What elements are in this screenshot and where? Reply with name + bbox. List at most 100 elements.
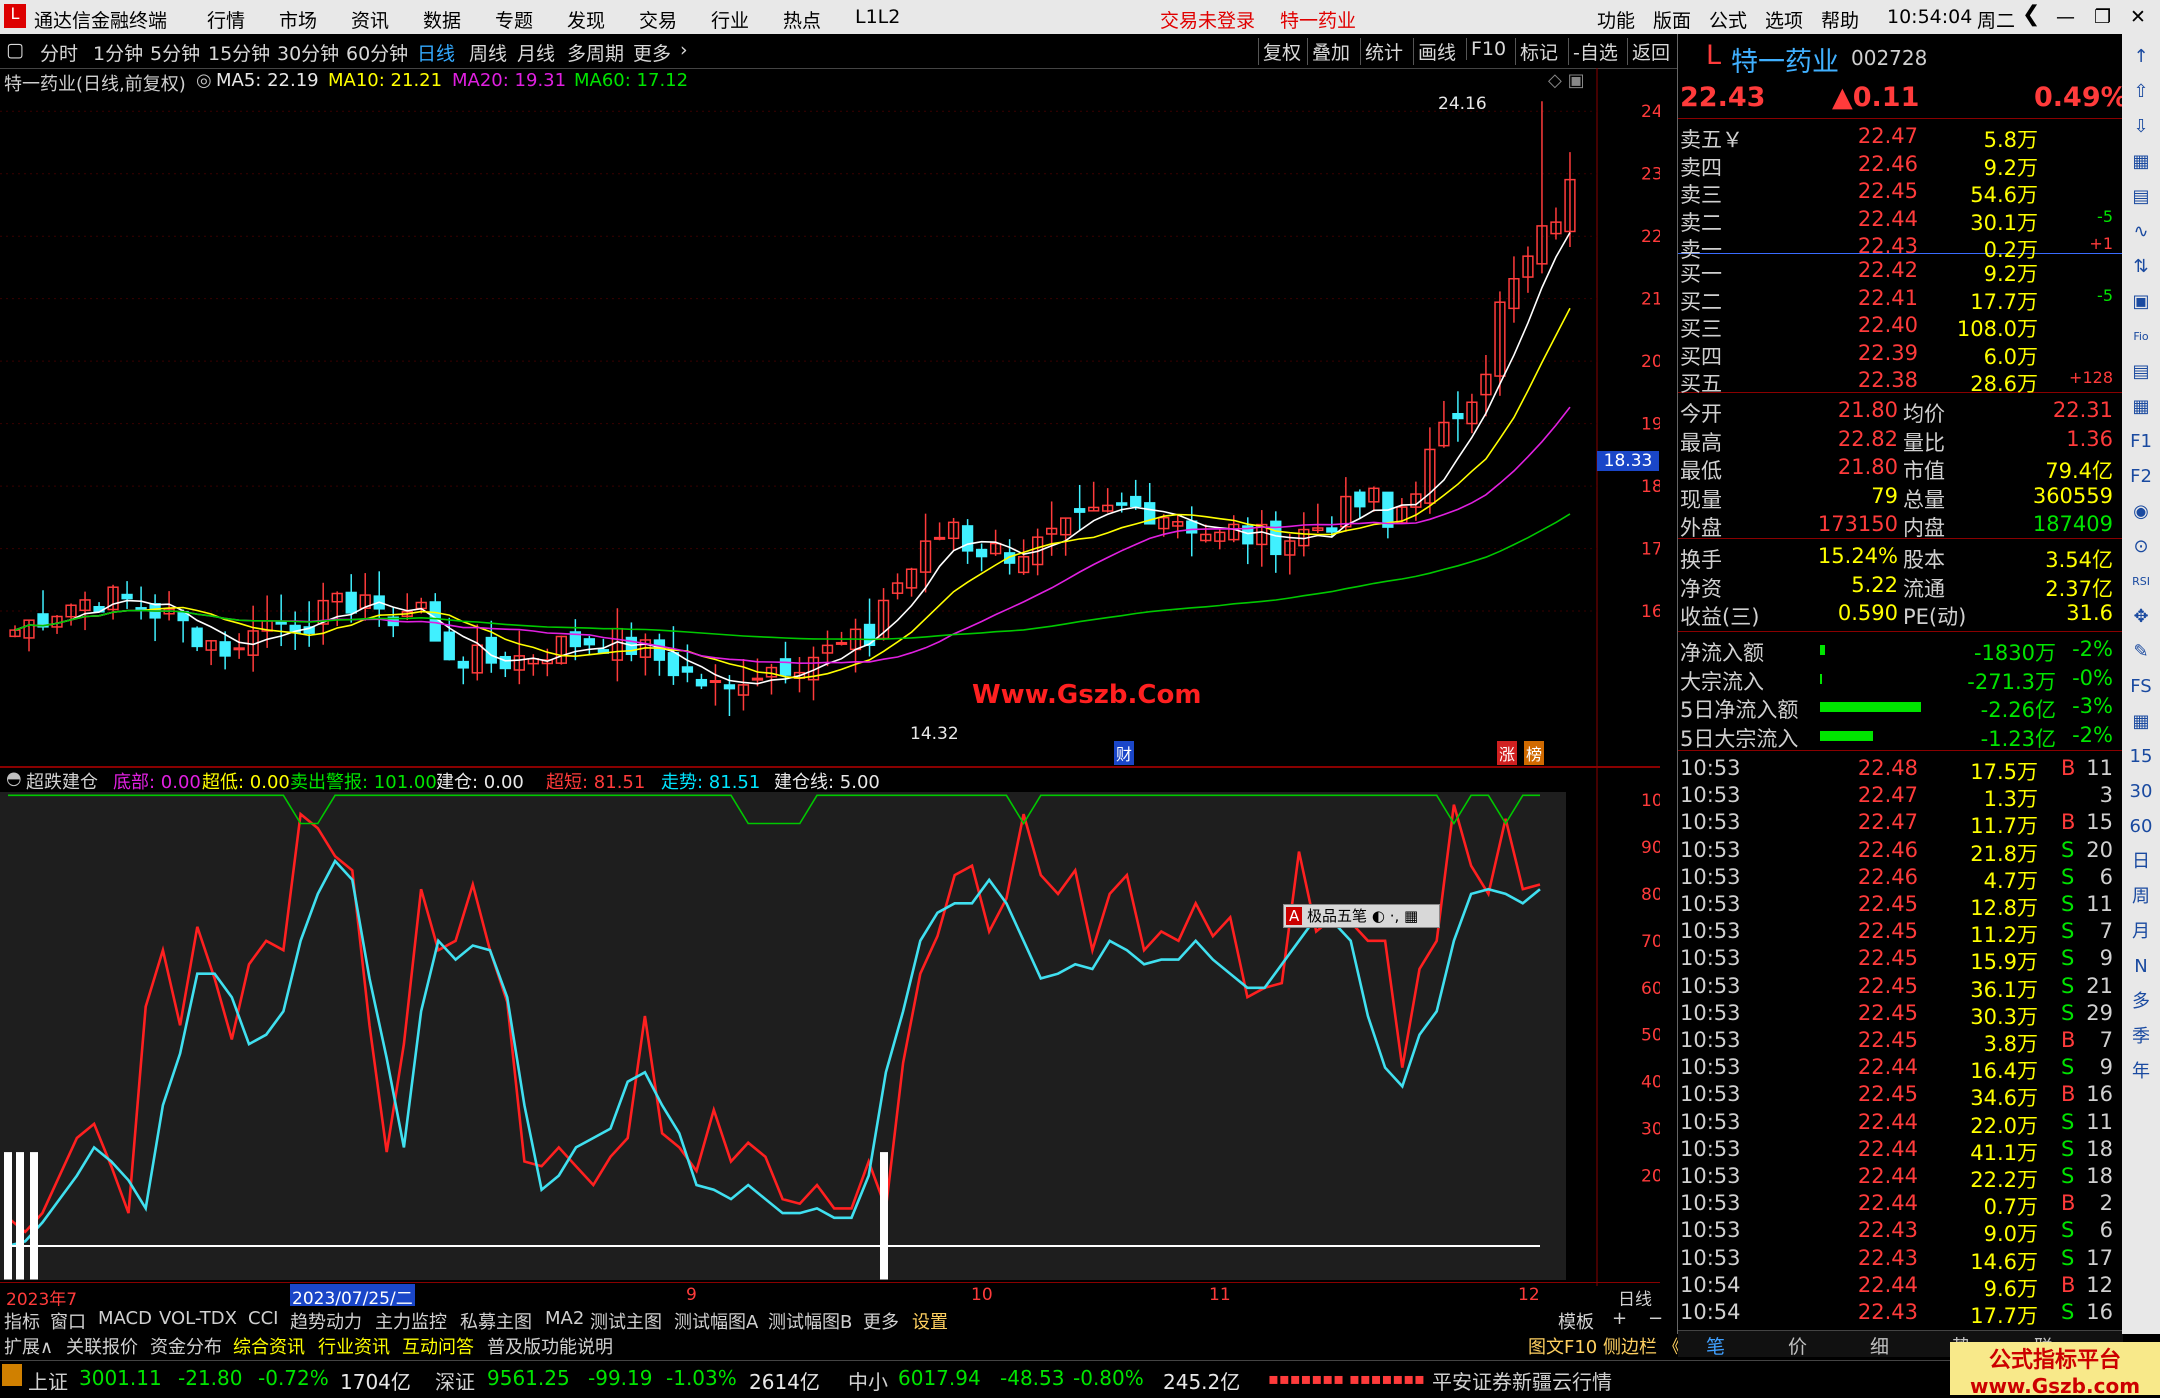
sz-label[interactable]: 深证 [435,1366,475,1395]
menu-item-help[interactable]: 帮助 [1821,6,1859,33]
tick-row[interactable]: 10:53 22.44 0.7万 B 2 [1678,1191,2118,1219]
tf-more[interactable]: 更多 [633,39,671,66]
info-qa[interactable]: 互动问答 [402,1333,474,1359]
bid-row[interactable]: 买二 22.41 17.7万 -5 [1678,286,2118,314]
side-tool-icon[interactable]: ⊙ [2128,534,2154,560]
stat-row[interactable]: 现量 79 总量 360559 [1678,484,2118,512]
close-icon[interactable]: ✕ [2130,6,2146,28]
bid-row[interactable]: 买一 22.42 9.2万 [1678,258,2118,286]
side-tool-icon[interactable]: F1 [2128,429,2154,455]
side-tool-icon[interactable]: ∿ [2128,219,2154,245]
side-tool-icon[interactable]: 15 [2128,744,2154,770]
finance-marker[interactable]: 财 [1114,741,1135,765]
side-tool-icon[interactable]: 日 [2128,849,2154,875]
side-tool-icon[interactable]: ⇧ [2128,79,2154,105]
tab-test-a[interactable]: 测试幅图A [674,1308,758,1334]
side-tool-icon[interactable]: Fio [2128,324,2154,350]
menu-item-market[interactable]: 市场 [279,6,317,33]
ask-row[interactable]: 卖四 22.46 9.2万 [1678,152,2118,180]
info-f10-sidebar[interactable]: 图文F10 侧边栏 《 [1528,1333,1681,1359]
tick-row[interactable]: 10:53 22.45 34.6万 B 16 [1678,1082,2118,1110]
tab-vol[interactable]: VOL-TDX [159,1308,237,1329]
tick-row[interactable]: 10:53 22.45 15.9万 S 9 [1678,946,2118,974]
tab-settings[interactable]: 设置 [912,1308,948,1334]
side-tool-icon[interactable]: ▤ [2128,184,2154,210]
menu-item-trade[interactable]: 交易 [639,6,677,33]
ime-moon-icon[interactable]: ◐ ·, ▦ [1372,907,1418,925]
tick-row[interactable]: 10:53 22.46 21.8万 S 20 [1678,838,2118,866]
ask-row[interactable]: 卖三 22.45 54.6万 [1678,179,2118,207]
side-tool-icon[interactable]: ⇩ [2128,114,2154,140]
tab-remove[interactable]: − [1648,1308,1663,1329]
btn-f10[interactable]: F10 [1466,38,1510,60]
side-tool-icon[interactable]: N [2128,954,2154,980]
tick-tab-price[interactable]: 价 [1788,1332,1807,1359]
tick-row[interactable]: 10:53 22.45 3.8万 B 7 [1678,1028,2118,1056]
side-tool-icon[interactable]: ▣ [2128,289,2154,315]
tick-row[interactable]: 10:53 22.47 1.3万 3 [1678,783,2118,811]
tf-5min[interactable]: 5分钟 [150,39,200,66]
flow-row[interactable]: 净流入额 -1830万 -2% [1678,637,2118,665]
tick-row[interactable]: 10:53 22.44 22.0万 S 11 [1678,1110,2118,1138]
bid-row[interactable]: 买四 22.39 6.0万 [1678,341,2118,369]
menu-item-function[interactable]: 功能 [1597,6,1635,33]
tab-main-monitor[interactable]: 主力监控 [375,1308,447,1334]
indicator-panel[interactable]: 100.00 90.00 80.00 70.00 60.00 50.00 40.00 30.0… [0,768,1700,1286]
ask-row[interactable]: 卖一 22.43 0.2万 +1 [1678,234,2118,262]
tf-multi[interactable]: 多周期 [567,39,624,66]
tab-macd[interactable]: MACD [98,1308,152,1329]
bid-row[interactable]: 买三 22.40 108.0万 [1678,313,2118,341]
side-tool-icon[interactable]: ▦ [2128,149,2154,175]
side-tool-icon[interactable]: 多 [2128,989,2154,1015]
side-tool-icon[interactable]: FS [2128,674,2154,700]
tf-1min[interactable]: 1分钟 [93,39,143,66]
tick-row[interactable]: 10:53 22.45 36.1万 S 21 [1678,974,2118,1002]
btn-stats[interactable]: 统计 [1360,38,1407,65]
side-tool-icon[interactable]: ✎ [2128,639,2154,665]
tick-row[interactable]: 10:53 22.46 4.7万 S 6 [1678,865,2118,893]
info-industry-news[interactable]: 行业资讯 [318,1333,390,1359]
panel-toggle-icon[interactable]: ▢ [6,39,24,61]
tab-test-main[interactable]: 测试主图 [590,1308,662,1334]
tick-row[interactable]: 10:53 22.44 16.4万 S 9 [1678,1055,2118,1083]
info-related-quotes[interactable]: 关联报价 [66,1333,138,1359]
side-tool-icon[interactable]: 60 [2128,814,2154,840]
ma-settings-icon[interactable]: ◎ [196,70,212,91]
menu-item-l1l2[interactable]: L1L2 [855,6,900,28]
tf-15min[interactable]: 15分钟 [208,39,270,66]
info-expand[interactable]: 扩展∧ [4,1333,53,1359]
tick-row[interactable]: 10:53 22.43 14.6万 S 17 [1678,1246,2118,1274]
limit-up-marker[interactable]: 涨 [1497,741,1518,765]
tick-row[interactable]: 10:53 22.45 11.2万 S 7 [1678,919,2118,947]
zx-label[interactable]: 中小 [848,1366,888,1395]
btn-mark[interactable]: 标记 [1515,38,1562,65]
flow-row[interactable]: 大宗流入 -271.3万 -0% [1678,666,2118,694]
menu-item-quotes[interactable]: 行情 [207,6,245,33]
btn-back[interactable]: 返回 [1627,38,1674,65]
chart-option-icon[interactable]: ◇ ▣ [1548,70,1585,91]
ime-mode-icon[interactable]: A [1286,907,1303,925]
bid-row[interactable]: 买五 22.38 28.6万 +128 [1678,368,2118,396]
tf-daily[interactable]: 日线 [417,39,455,66]
tf-weekly[interactable]: 周线 [469,39,507,66]
indicator-chart[interactable]: 100.00 90.00 80.00 70.00 60.00 50.00 40.00 30.0… [0,768,1700,1286]
stat-row[interactable]: 今开 21.80 均价 22.31 [1678,398,2118,426]
tab-indicator[interactable]: 指标 [4,1308,40,1334]
tick-row[interactable]: 10:53 22.44 41.1万 S 18 [1678,1137,2118,1165]
btn-draw[interactable]: 画线 [1413,38,1460,65]
info-fund-dist[interactable]: 资金分布 [150,1333,222,1359]
menu-item-hot[interactable]: 热点 [783,6,821,33]
side-tool-icon[interactable]: ▤ [2128,359,2154,385]
side-tool-icon[interactable]: ◉ [2128,499,2154,525]
restore-icon[interactable]: ❐ [2094,6,2111,28]
stat-row[interactable]: 换手 15.24% 股本 3.54亿 [1678,544,2118,572]
menu-item-data[interactable]: 数据 [423,6,461,33]
tick-tab-detail[interactable]: 细 [1870,1332,1889,1359]
tick-row[interactable]: 10:53 22.44 22.2万 S 18 [1678,1164,2118,1192]
ime-toolbar[interactable]: A 极品五笔 ◐ ·, ▦ [1283,904,1440,928]
candlestick-chart[interactable]: 24.00 23.00 22.00 21.00 20.00 19.00 18.00 17.00… [0,68,1690,768]
minimize-icon[interactable]: — [2056,6,2075,28]
tick-row[interactable]: 10:54 22.44 9.6万 B 12 [1678,1273,2118,1301]
tick-row[interactable]: 10:53 22.45 30.3万 S 29 [1678,1001,2118,1029]
tf-60min[interactable]: 60分钟 [346,39,408,66]
